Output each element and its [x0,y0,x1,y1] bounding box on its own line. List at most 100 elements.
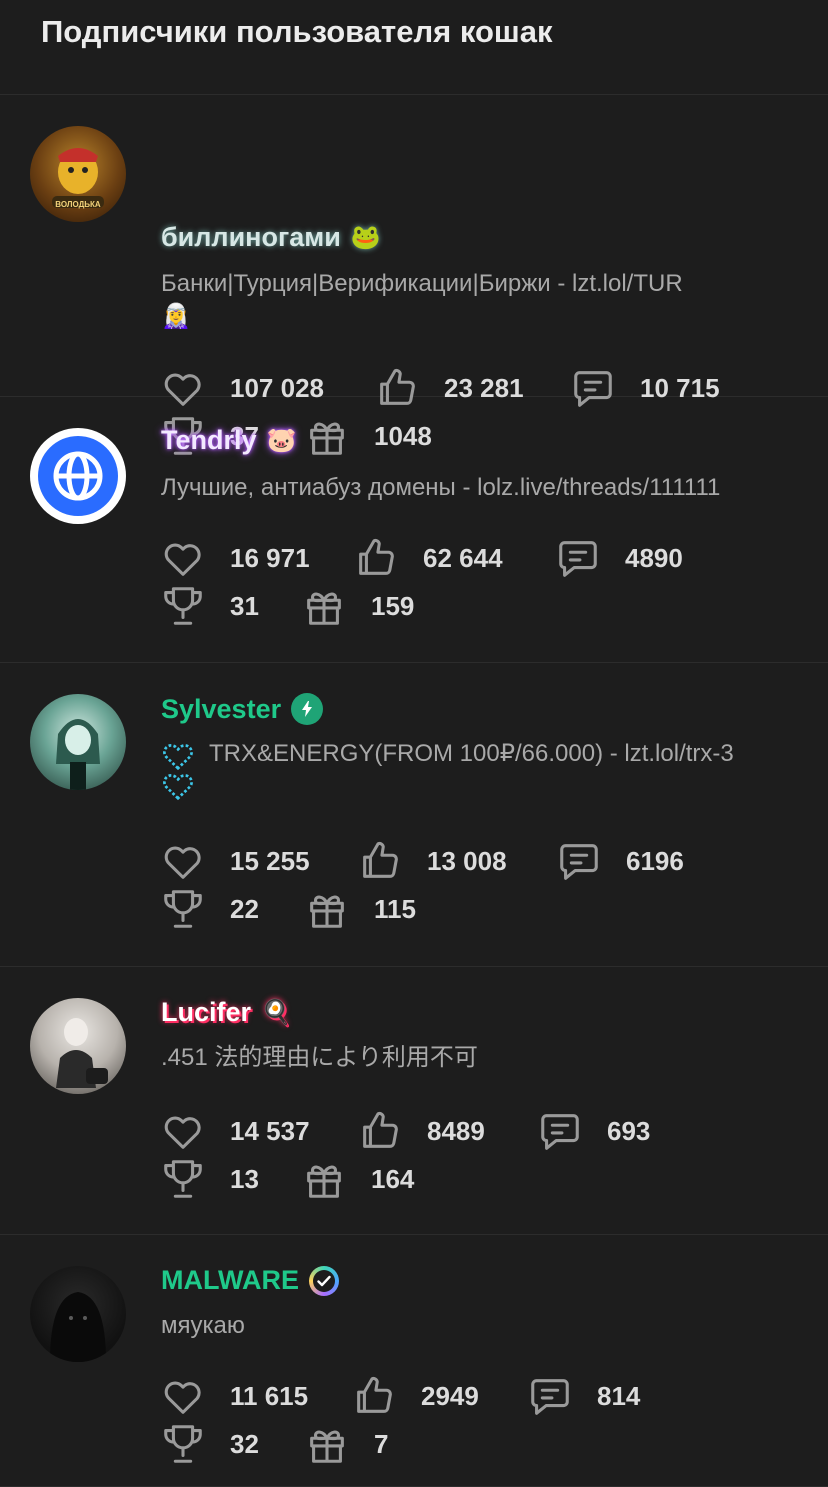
thumbs-count: 2949 [421,1380,479,1411]
verified-icon [309,1265,339,1296]
username-text: Sylvester [161,693,282,724]
likes-count: 15 255 [230,845,310,876]
trophies-count: 31 [230,590,259,621]
user-status: Банки|Турция|Верификации|Биржи - lzt.lol… [161,267,801,333]
avatar[interactable] [30,1266,126,1362]
messages-count: 693 [607,1115,651,1146]
heart-icon [164,846,201,879]
trophy-icon [164,587,202,625]
username[interactable]: MALWARE [161,1265,339,1296]
likes-stat: 14 537 [160,1108,310,1154]
user-status: TRX&ENERGY(FROM 100₽/66.000) - lzt.lol/t… [161,737,801,801]
lightning-icon [291,693,324,725]
list-item[interactable]: Tendrly 🐷 Лучшие, антиабуз домены - lolz… [0,397,828,663]
messages-stat: 693 [537,1108,650,1154]
frog-icon: 🐸 [350,223,381,251]
likes-count: 11 615 [230,1380,309,1411]
gift-icon [310,1430,344,1463]
thumbs-up-icon [363,1111,398,1148]
messages-stat: 4890 [555,535,683,581]
gifts-stat: 159 [301,583,414,629]
trophy-icon [164,890,202,928]
frying-pan-icon: 🍳 [261,998,291,1026]
trophies-stat: 32 [160,1421,259,1467]
gift-icon [310,895,344,928]
likes-count: 16 971 [230,542,310,573]
list-item[interactable]: MALWARE мяукаю 11 615 2949 814 32 7 [0,1235,828,1487]
user-stats: 14 537 8489 693 13 164 [160,1108,810,1204]
messages-count: 4890 [625,542,683,573]
message-icon [531,1379,569,1415]
message-icon [541,1114,579,1150]
username[interactable]: биллиногами 🐸 [161,222,381,253]
messages-stat: 814 [527,1373,640,1419]
list-item[interactable]: ВОЛОДЬКА биллиногами 🐸 Банки|Турция|Вери… [0,95,828,455]
thumbs-stat: 62 644 [353,535,503,581]
status-text: TRX&ENERGY(FROM 100₽/66.000) - lzt.lol/t… [209,740,734,767]
user-stats: 11 615 2949 814 32 7 [160,1373,810,1469]
avatar[interactable]: ВОЛОДЬКА [30,126,126,222]
thumbs-up-icon [359,538,394,575]
blue-heart-icon [163,744,193,771]
trophy-icon [164,1160,202,1198]
thumbs-count: 8489 [427,1115,485,1146]
blue-heart-icon [163,774,193,801]
gift-icon [307,1165,341,1198]
trophies-stat: 13 [160,1156,259,1202]
heart-icon [164,1116,201,1149]
username[interactable]: Sylvester [161,693,324,725]
gifts-stat: 164 [301,1156,414,1202]
status-text: мяукаю [161,1312,245,1339]
username-text: MALWARE [161,1265,299,1295]
avatar-image [56,1018,108,1088]
likes-count: 14 537 [230,1115,310,1146]
anime-girl-icon: 🧝‍♀️ [161,303,191,330]
user-status: Лучшие, антиабуз домены - lolz.live/thre… [161,471,801,504]
gifts-count: 164 [371,1163,415,1194]
avatar[interactable] [30,694,126,790]
messages-stat: 6196 [556,838,684,884]
status-text: Банки|Турция|Верификации|Биржи - lzt.lol… [161,270,683,297]
list-item[interactable]: Lucifer 🍳 .451 法的理由により利用不可 14 537 8489 6… [0,967,828,1235]
user-status: мяукаю [161,1309,801,1342]
username-text: Lucifer [161,997,252,1027]
username[interactable]: Lucifer 🍳 [161,997,291,1028]
thumbs-stat: 13 008 [357,838,507,884]
trophy-icon [164,1425,202,1463]
thumbs-up-icon [363,841,398,878]
list-item[interactable]: Sylvester TRX&ENERGY(FROM 100₽/66.000) -… [0,663,828,967]
message-icon [559,541,597,577]
messages-count: 814 [597,1380,641,1411]
gift-icon [307,592,341,625]
user-status: .451 法的理由により利用不可 [161,1041,801,1074]
trophies-count: 32 [230,1428,259,1459]
avatar[interactable] [30,428,126,524]
user-stats: 15 255 13 008 6196 22 115 [160,838,810,934]
trophies-count: 22 [230,893,259,924]
pig-icon: 🐷 [266,426,297,454]
gifts-stat: 115 [304,886,416,932]
avatar[interactable] [30,998,126,1094]
thumbs-stat: 8489 [357,1108,485,1154]
user-stats: 16 971 62 644 4890 31 159 [160,535,810,631]
trophies-stat: 22 [160,886,259,932]
heart-icon [164,1381,201,1414]
gifts-count: 159 [371,590,415,621]
username-text: Tendrly [161,425,257,455]
thumbs-stat: 2949 [351,1373,479,1419]
heart-decoration [161,737,209,801]
thumbs-count: 62 644 [423,542,503,573]
username-text: биллиногами [161,222,341,252]
status-text: .451 法的理由により利用不可 [161,1044,478,1071]
thumbs-up-icon [357,1376,392,1413]
thumbs-count: 13 008 [427,845,507,876]
page-title: Подписчики пользователя кошак [0,0,828,95]
status-text: Лучшие, антиабуз домены - lolz.live/thre… [161,474,721,501]
avatar-label: ВОЛОДЬКА [55,200,101,209]
gifts-count: 7 [374,1428,389,1459]
username[interactable]: Tendrly 🐷 [161,425,296,456]
avatar-image [56,719,100,790]
messages-count: 6196 [626,845,684,876]
likes-stat: 16 971 [160,535,310,581]
gifts-stat: 7 [304,1421,388,1467]
